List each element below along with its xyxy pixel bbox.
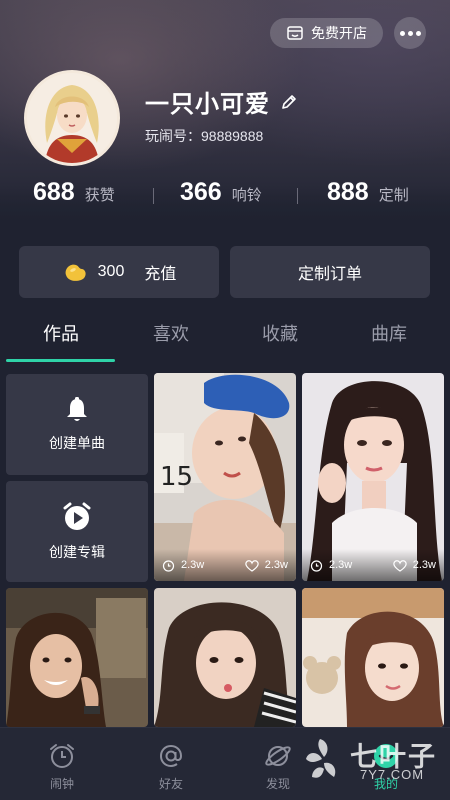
work-photo <box>6 588 148 727</box>
work-tile[interactable] <box>6 588 148 727</box>
recharge-button[interactable]: 300 充值 <box>19 246 219 298</box>
watermark-sub: 7Y7.COM <box>360 767 425 782</box>
more-dot-icon <box>399 30 405 36</box>
stat-likes[interactable]: 688 获赞 <box>33 178 115 207</box>
work-tile-stats: 2.3w 2.3w <box>302 549 444 581</box>
tab-works[interactable]: 作品 <box>21 320 101 346</box>
avatar-illustration <box>27 73 117 163</box>
discover-planet-icon <box>265 746 291 766</box>
stat-rings[interactable]: 366 响铃 <box>180 178 262 207</box>
stats-row: 688 获赞 366 响铃 888 定制 <box>0 178 450 218</box>
like-count: 2.3w <box>264 559 288 571</box>
username-text: 一只小可爱 <box>145 91 270 118</box>
work-photo <box>154 588 296 727</box>
stat-custom[interactable]: 888 定制 <box>327 178 409 207</box>
nav-alarm-label: 闹钟 <box>49 777 74 791</box>
tab-likes[interactable]: 喜欢 <box>131 320 211 346</box>
avatar[interactable] <box>24 70 120 166</box>
stat-rings-value: 366 <box>180 178 222 206</box>
stat-divider <box>153 188 154 204</box>
stat-custom-label: 定制 <box>378 187 409 204</box>
user-id: 玩闹号：98889888 <box>145 128 264 144</box>
custom-order-button[interactable]: 定制订单 <box>230 246 430 298</box>
heart-icon <box>393 559 407 572</box>
create-album-button[interactable]: 创建专辑 <box>6 481 148 582</box>
alarm-clock-icon <box>310 559 323 572</box>
nav-discover-label: 发现 <box>265 777 290 791</box>
alarm-play-icon <box>63 502 91 530</box>
like-count: 2.3w <box>412 559 436 571</box>
alarm-count: 2.3w <box>181 559 205 571</box>
stat-likes-label: 获赞 <box>84 187 115 204</box>
open-shop-button[interactable]: 免费开店 <box>270 18 383 48</box>
svg-text:15: 15 <box>160 462 193 492</box>
create-single-label: 创建单曲 <box>49 434 105 451</box>
work-tile[interactable]: 2.3w 2.3w <box>302 373 444 581</box>
work-tile-stats: 2.3w 2.3w <box>154 549 296 581</box>
more-button[interactable] <box>394 17 426 49</box>
bell-icon <box>67 396 87 421</box>
create-single-button[interactable]: 创建单曲 <box>6 374 148 475</box>
watermark: 七叶子 7Y7.COM <box>298 733 438 788</box>
nav-friends[interactable]: 好友 <box>141 742 201 792</box>
stat-custom-value: 888 <box>327 178 369 206</box>
work-tile[interactable] <box>302 588 444 727</box>
create-album-label: 创建专辑 <box>49 543 105 560</box>
at-sign-icon <box>159 744 183 768</box>
stat-rings-label: 响铃 <box>231 187 262 204</box>
store-icon <box>287 26 303 40</box>
content-tabs: 作品 喜欢 收藏 曲库 <box>0 312 450 362</box>
work-tile[interactable] <box>154 588 296 727</box>
tab-library[interactable]: 曲库 <box>349 320 429 346</box>
open-shop-label: 免费开店 <box>311 25 367 41</box>
stat-divider <box>297 188 298 204</box>
username: 一只小可爱 <box>145 84 298 119</box>
work-photo <box>302 588 444 727</box>
recharge-label: 充值 <box>144 266 177 283</box>
stat-likes-value: 688 <box>33 178 75 206</box>
custom-order-label: 定制订单 <box>297 266 362 283</box>
bean-count: 300 <box>97 263 125 280</box>
alarm-clock-icon <box>50 744 74 768</box>
nav-alarm[interactable]: 闹钟 <box>32 742 92 792</box>
tab-favorites[interactable]: 收藏 <box>240 320 320 346</box>
bean-coin-icon <box>65 264 86 281</box>
alarm-count: 2.3w <box>329 559 353 571</box>
edit-pencil-icon[interactable] <box>280 93 298 111</box>
active-tab-indicator <box>6 359 115 362</box>
heart-icon <box>245 559 259 572</box>
work-tile[interactable]: 15 2.3w 2.3w <box>154 373 296 581</box>
alarm-clock-icon <box>162 559 175 572</box>
nav-friends-label: 好友 <box>158 777 183 791</box>
